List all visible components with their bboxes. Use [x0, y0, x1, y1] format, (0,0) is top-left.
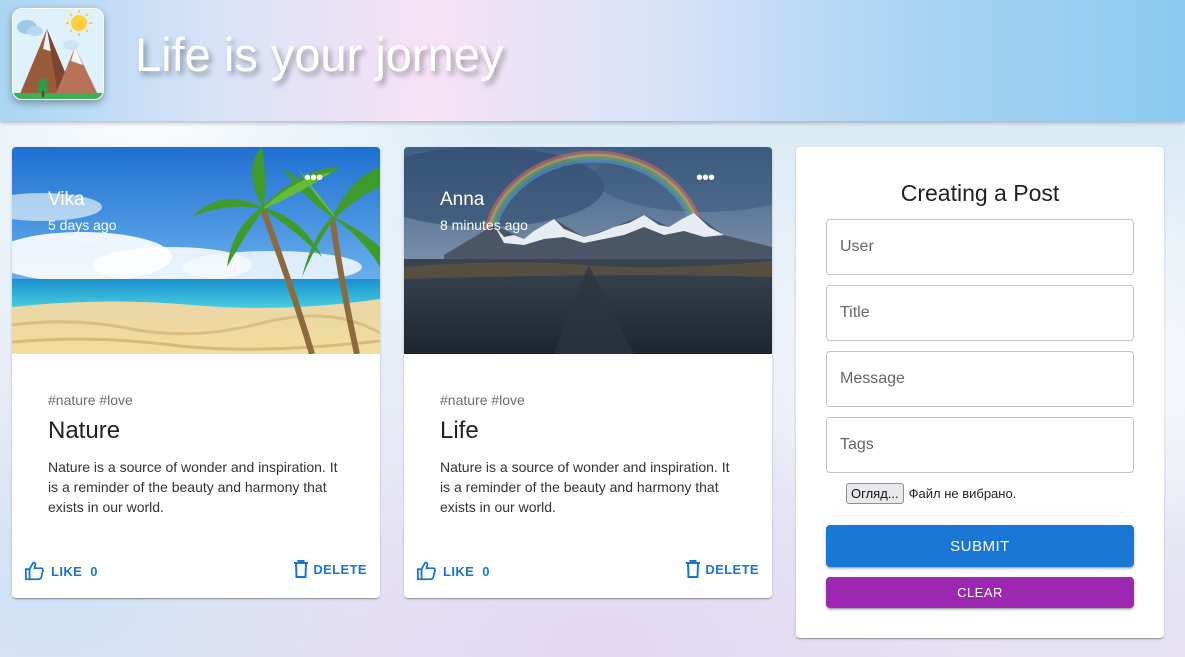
like-button[interactable]: LIKE 0 — [24, 560, 98, 582]
post-time: 5 days ago — [48, 217, 117, 233]
trash-icon — [686, 560, 701, 578]
mountain-sun-logo — [12, 8, 104, 100]
post-title: Nature — [48, 417, 121, 444]
clear-button[interactable]: CLEAR — [826, 577, 1134, 608]
tags-field[interactable] — [826, 417, 1134, 473]
app-title: Life is your jorney — [135, 28, 504, 81]
post-tags: #nature #love — [440, 392, 525, 408]
like-count: 0 — [482, 563, 490, 579]
app-bar: Life is your jorney — [0, 0, 1185, 121]
like-count: 0 — [90, 563, 98, 579]
post-image-mountains — [404, 147, 772, 354]
post-author: Vika — [48, 189, 85, 210]
delete-button[interactable]: DELETE — [685, 560, 759, 578]
message-input[interactable] — [827, 352, 1133, 406]
post-author: Anna — [440, 189, 485, 210]
thumb-up-icon — [416, 561, 436, 581]
post-card: Anna 8 minutes ago ••• #nature #love Lif… — [404, 147, 772, 598]
message-field[interactable] — [826, 351, 1134, 407]
submit-button[interactable]: SUBMIT — [826, 525, 1134, 567]
more-horiz-icon[interactable]: ••• — [304, 168, 323, 188]
post-time: 8 minutes ago — [440, 217, 528, 233]
title-field[interactable] — [826, 285, 1134, 341]
post-actions: LIKE 0 DELETE — [404, 550, 772, 598]
file-browse-button[interactable]: Огляд... — [846, 483, 904, 504]
post-card: Vika 5 days ago ••• #nature #love Nature… — [12, 147, 380, 598]
post-message: Nature is a source of wonder and inspira… — [440, 459, 730, 515]
file-input: Огляд... Файл не вибрано. — [846, 483, 1016, 504]
form-title: Creating a Post — [900, 180, 1060, 206]
post-actions: LIKE 0 DELETE — [12, 550, 380, 598]
delete-label: DELETE — [313, 561, 367, 577]
post-message: Nature is a source of wonder and inspira… — [48, 459, 338, 515]
delete-label: DELETE — [705, 561, 759, 577]
post-title: Life — [440, 417, 479, 444]
like-label: LIKE — [443, 563, 475, 579]
like-button[interactable]: LIKE 0 — [416, 560, 490, 582]
title-input[interactable] — [827, 286, 1133, 340]
user-input[interactable] — [827, 220, 1133, 274]
user-field[interactable] — [826, 219, 1134, 275]
like-label: LIKE — [51, 563, 83, 579]
thumb-up-icon — [24, 561, 44, 581]
file-status: Файл не вибрано. — [908, 486, 1017, 501]
more-horiz-icon[interactable]: ••• — [696, 168, 715, 188]
post-image-beach — [12, 147, 380, 354]
tags-input[interactable] — [827, 418, 1133, 472]
delete-button[interactable]: DELETE — [293, 560, 367, 578]
post-tags: #nature #love — [48, 392, 133, 408]
trash-icon — [294, 560, 309, 578]
create-post-form: Creating a Post Огляд... Файл не вибрано… — [796, 147, 1164, 638]
